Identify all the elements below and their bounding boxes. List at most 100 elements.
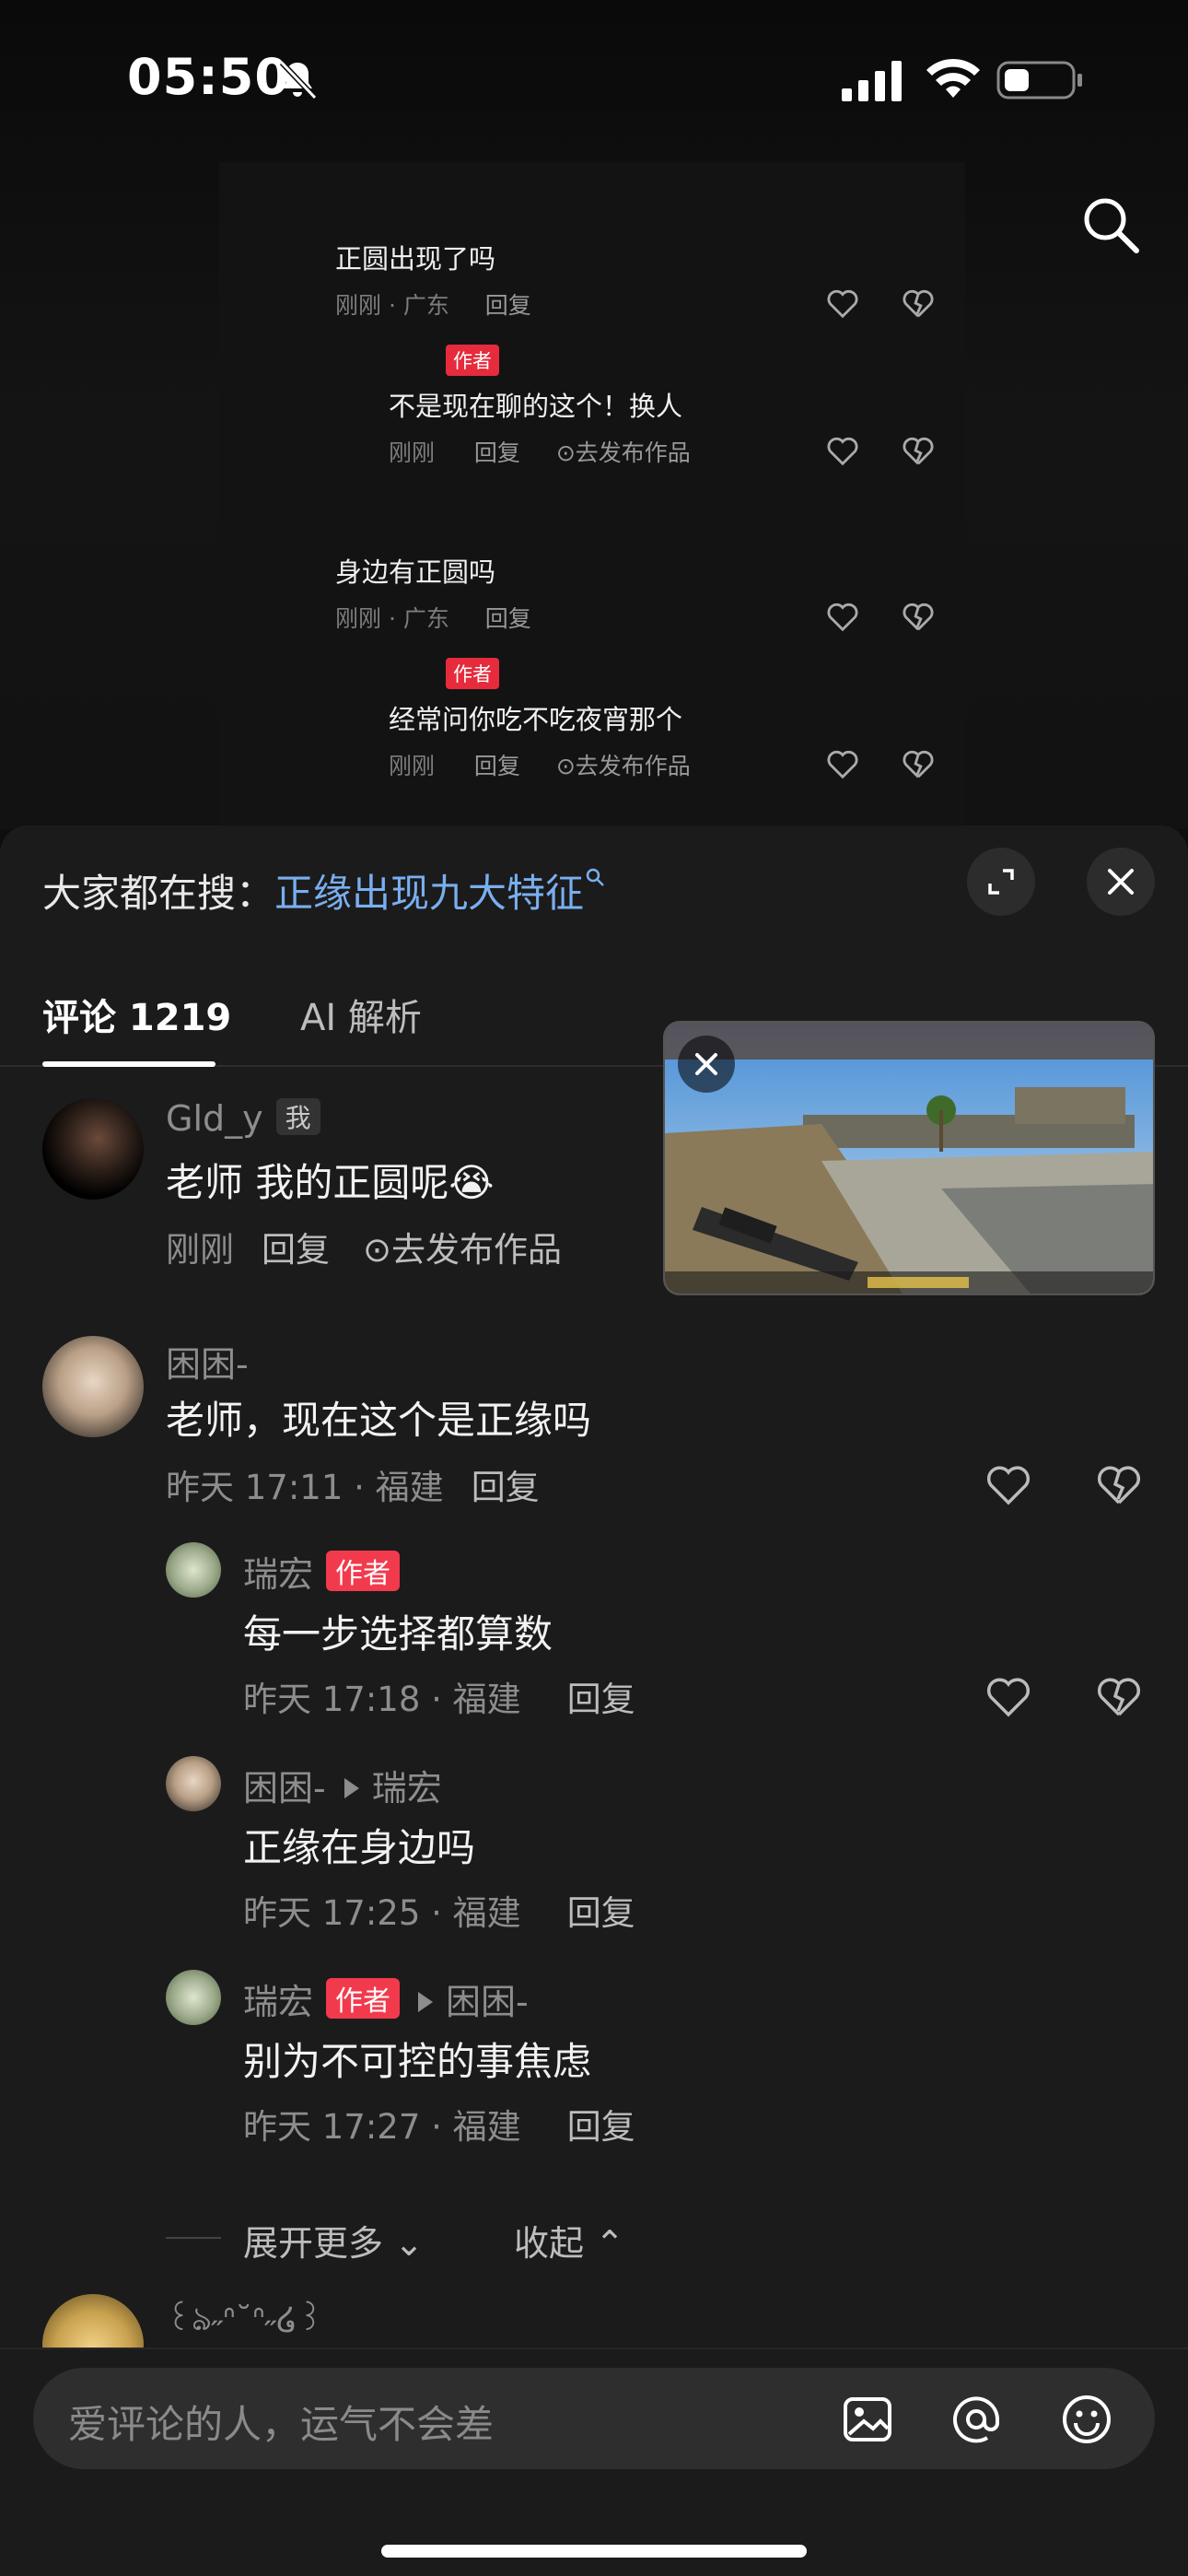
search-suggestion[interactable]: 大家都在搜：正缘出现九大特征 xyxy=(42,862,606,919)
emoji-icon[interactable] xyxy=(1059,2392,1114,2447)
author-name: Gld_y xyxy=(166,1098,263,1139)
avatar[interactable] xyxy=(166,1542,221,1598)
battery-icon xyxy=(996,61,1082,100)
broken-heart-icon[interactable] xyxy=(1094,1671,1144,1721)
close-icon xyxy=(695,1053,717,1075)
overlay-publish[interactable]: ⊙去发布作品 xyxy=(556,439,691,466)
avatar[interactable] xyxy=(166,1970,221,2025)
comment-text: 老师 我的正圆呢😭 xyxy=(166,1160,495,1205)
author-badge: 作者 xyxy=(326,1978,401,2019)
comment-author[interactable]: 困困- 瑞宏 xyxy=(243,1760,442,1810)
expand-icon xyxy=(988,869,1014,895)
overlay-meta: 刚刚 · 广东 xyxy=(335,605,449,632)
thread-controls: 展开更多 ⌄ 收起 ⌃ xyxy=(166,2209,718,2265)
overlay-comment-1-meta: 刚刚 · 广东 回复 xyxy=(335,287,531,321)
avatar[interactable] xyxy=(42,1098,144,1200)
heart-icon[interactable] xyxy=(825,433,860,468)
close-panel-button[interactable] xyxy=(1087,848,1155,916)
avatar[interactable] xyxy=(166,1756,221,1811)
comment-meta: 昨天 17:25 · 福建 回复 xyxy=(243,1885,635,1935)
home-indicator[interactable] xyxy=(381,2545,807,2558)
overlay-reply[interactable]: 回复 xyxy=(485,292,531,319)
author-name: 困困- xyxy=(243,1768,326,1809)
avatar[interactable] xyxy=(42,1336,144,1437)
overlay-meta: 刚刚 xyxy=(389,439,436,466)
tab-comments[interactable]: 评论 1219 xyxy=(42,988,231,1041)
expand-panel-button[interactable] xyxy=(967,848,1035,916)
mention-icon[interactable] xyxy=(949,2392,1004,2447)
mini-video-player[interactable] xyxy=(663,1021,1155,1295)
author-badge: 作者 xyxy=(326,1551,401,1591)
reply-button[interactable]: 回复 xyxy=(262,1230,330,1270)
comment-meta: 昨天 17:18 · 福建 回复 xyxy=(243,1671,635,1721)
publish-work-button[interactable]: ⊙去发布作品 xyxy=(363,1230,562,1270)
broken-heart-icon[interactable] xyxy=(901,433,936,468)
overlay-comment-text: 正圆出现了吗 xyxy=(335,243,496,275)
comment-input-bar: 爱评论的人，运气不会差 xyxy=(0,2348,1188,2576)
heart-icon[interactable] xyxy=(825,599,860,634)
heart-icon[interactable] xyxy=(825,746,860,781)
broken-heart-icon[interactable] xyxy=(901,599,936,634)
overlay-comment-1: 正圆出现了吗 xyxy=(335,238,495,276)
search-suggestion-keyword[interactable]: 正缘出现九大特征 xyxy=(274,871,584,916)
reply-to-name[interactable]: 瑞宏 xyxy=(372,1768,442,1809)
heart-icon[interactable] xyxy=(984,1671,1033,1721)
cellular-signal-icon xyxy=(842,61,902,101)
me-badge: 我 xyxy=(275,1098,320,1135)
chevron-down-icon: ⌄ xyxy=(394,2223,424,2264)
comment-time: 昨天 17:18 · 福建 xyxy=(243,1680,521,1719)
status-time: 05:50 xyxy=(127,48,290,106)
comment-author[interactable]: ꒰ঌ˶ᐢ˘ᐢ˶໒꒱ xyxy=(166,2294,323,2349)
overlay-comment-2: 身边有正圆吗 xyxy=(335,551,495,590)
reply-to-name[interactable]: 困困- xyxy=(446,1982,529,2022)
overlay-reply-2-meta: 刚刚 回复 ⊙去发布作品 xyxy=(389,748,691,781)
overlay-reply[interactable]: 回复 xyxy=(474,753,520,779)
broken-heart-icon[interactable] xyxy=(1094,1459,1144,1509)
search-icon xyxy=(586,868,604,886)
expand-more-button[interactable]: 展开更多 ⌄ xyxy=(243,2215,424,2266)
comment-time: 昨天 17:27 · 福建 xyxy=(243,2107,521,2147)
chevron-up-icon: ⌃ xyxy=(595,2223,624,2264)
comment-author[interactable]: 瑞宏 作者 困困- xyxy=(243,1973,529,2024)
mini-player-close-button[interactable] xyxy=(678,1036,735,1093)
overlay-comment-text: 经常问你吃不吃夜宵那个 xyxy=(389,704,683,735)
reply-button[interactable]: 回复 xyxy=(472,1468,540,1507)
overlay-reply-2: 经常问你吃不吃夜宵那个 xyxy=(389,698,682,737)
heart-icon[interactable] xyxy=(984,1459,1033,1509)
comment-meta: 昨天 17:11 · 福建 回复 xyxy=(166,1459,540,1509)
comment-author[interactable]: Gld_y 我 xyxy=(166,1098,320,1139)
reply-button[interactable]: 回复 xyxy=(567,1680,635,1719)
comment-text: 正缘在身边吗 xyxy=(243,1825,476,1870)
reply-to-arrow-icon xyxy=(344,1778,359,1798)
tab-ai-analysis[interactable]: AI 解析 xyxy=(300,988,422,1041)
close-icon xyxy=(1108,869,1134,895)
search-icon[interactable] xyxy=(1079,193,1142,256)
author-name: 瑞宏 xyxy=(243,1554,314,1595)
overlay-meta: 刚刚 · 广东 xyxy=(335,292,449,319)
comment-author[interactable]: 困困- xyxy=(166,1336,249,1387)
comment-meta: 刚刚 回复 ⊙去发布作品 xyxy=(166,1222,562,1271)
broken-heart-icon[interactable] xyxy=(901,286,936,321)
comment-time: 昨天 17:11 · 福建 xyxy=(166,1468,444,1507)
reply-button[interactable]: 回复 xyxy=(567,2107,635,2147)
overlay-reply[interactable]: 回复 xyxy=(485,605,531,632)
divider xyxy=(166,2237,221,2239)
image-icon[interactable] xyxy=(840,2392,895,2447)
comment-input-placeholder: 爱评论的人，运气不会差 xyxy=(68,2402,495,2447)
heart-icon[interactable] xyxy=(825,286,860,321)
comment-author[interactable]: 瑞宏 作者 xyxy=(243,1546,401,1597)
muted-bell-icon xyxy=(279,60,318,100)
overlay-comment-2-meta: 刚刚 · 广东 回复 xyxy=(335,601,531,634)
reply-button[interactable]: 回复 xyxy=(567,1893,635,1933)
overlay-comment-text: 身边有正圆吗 xyxy=(335,556,496,588)
comment-text: 别为不可控的事焦虑 xyxy=(243,2039,592,2084)
overlay-publish[interactable]: ⊙去发布作品 xyxy=(556,753,691,779)
search-suggestion-prefix: 大家都在搜： xyxy=(42,871,275,916)
overlay-reply[interactable]: 回复 xyxy=(474,439,520,466)
collapse-button[interactable]: 收起 ⌃ xyxy=(514,2215,624,2266)
comment-input[interactable]: 爱评论的人，运气不会差 xyxy=(33,2368,1155,2469)
author-name: 瑞宏 xyxy=(243,1982,314,2022)
broken-heart-icon[interactable] xyxy=(901,746,936,781)
comment-text: 每一步选择都算数 xyxy=(243,1611,553,1657)
comment-time: 刚刚 xyxy=(166,1230,234,1270)
